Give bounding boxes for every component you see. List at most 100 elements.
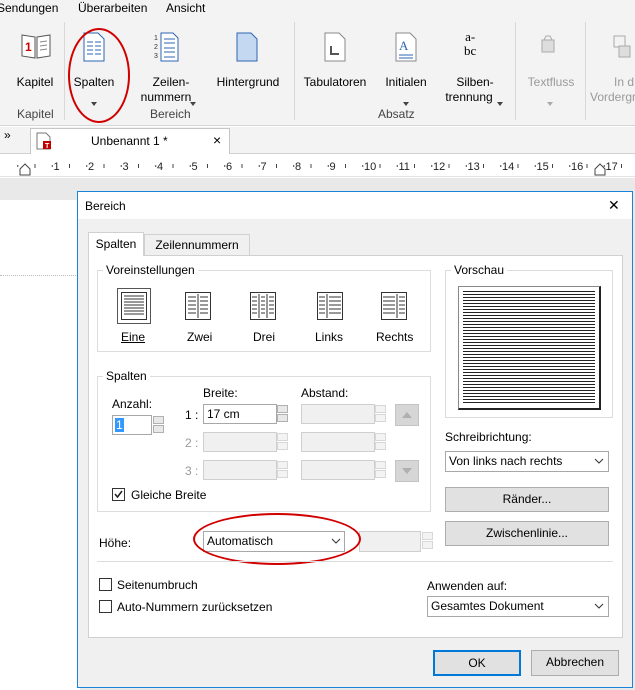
hoehe-value-input[interactable] (359, 531, 421, 552)
ok-button[interactable]: OK (433, 650, 521, 676)
seitenumbruch-checkbox[interactable] (99, 578, 112, 591)
svg-text:1: 1 (154, 35, 158, 42)
initialen-button[interactable]: A Initialen (378, 24, 434, 106)
spin-up-icon[interactable] (277, 433, 288, 441)
abstand-2-input[interactable] (301, 432, 375, 452)
spin-up-icon[interactable] (375, 433, 386, 441)
spin-up-icon[interactable] (375, 405, 386, 413)
right-indent-marker[interactable] (594, 163, 606, 176)
close-icon[interactable]: ✕ (608, 197, 620, 214)
abstand-1-spinner[interactable] (374, 404, 387, 424)
zwischenlinie-label: Zwischenlinie... (485, 526, 569, 540)
anzahl-input[interactable]: 1 (112, 415, 152, 435)
breite-1-spinner[interactable] (276, 404, 289, 424)
document-page[interactable] (0, 200, 80, 690)
overflow-chevron-icon[interactable]: » (4, 128, 11, 142)
textfluss-button[interactable]: Textfluss (522, 24, 580, 106)
hoehe-label: Höhe: (99, 536, 132, 550)
zeilennummern-label-2: nummern (140, 90, 192, 104)
silbentrennung-label-1: Silben- (456, 75, 494, 89)
tab-zeilennummern-label: Zeilennummern (155, 238, 239, 252)
bring-forward-icon (613, 35, 631, 58)
spin-down-icon[interactable] (277, 470, 288, 478)
spin-up-icon[interactable] (422, 532, 433, 540)
auto-nummern-checkbox[interactable] (99, 600, 112, 613)
hintergrund-label: Hintergrund (216, 75, 280, 89)
breite-3-input[interactable] (203, 460, 277, 480)
abstand-3-input[interactable] (301, 460, 375, 480)
ruler-number: 6 (226, 161, 232, 173)
document-tab[interactable]: T Unbenannt 1 * × (30, 128, 230, 154)
abstand-3-spinner[interactable] (374, 460, 387, 480)
hintergrund-button[interactable]: Hintergrund (210, 24, 286, 104)
menu-sendungen[interactable]: Sendungen (0, 1, 58, 15)
scroll-left-button[interactable] (395, 404, 419, 426)
zeilennummern-button[interactable]: 1 2 3 Zeilen- nummern (140, 24, 202, 106)
ruler-number: 8 (295, 161, 301, 173)
vordergrund-button[interactable]: In d Vordergr (590, 24, 635, 104)
chevron-down-icon (594, 458, 604, 464)
horizontal-ruler[interactable]: 123456789101112131415161718 (0, 155, 635, 177)
ruler-number: 14 (502, 161, 514, 173)
breite-2-spinner[interactable] (276, 432, 289, 452)
spin-up-icon[interactable] (153, 416, 164, 424)
abbrechen-button[interactable]: Abbrechen (531, 650, 619, 676)
breite-3-spinner[interactable] (276, 460, 289, 480)
ruler-number: 7 (261, 161, 267, 173)
preset-links[interactable]: Links (311, 288, 349, 346)
spin-down-icon[interactable] (153, 425, 164, 433)
tabulatoren-button[interactable]: Tabulatoren (298, 24, 372, 104)
schreibrichtung-select[interactable]: Von links nach rechts (445, 451, 609, 472)
hoehe-spinner[interactable] (421, 531, 434, 551)
anzahl-spinner[interactable] (152, 415, 165, 435)
one-column-icon (121, 292, 147, 320)
spin-up-icon[interactable] (375, 461, 386, 469)
spin-up-icon[interactable] (277, 405, 288, 413)
silbentrennung-button[interactable]: a-bc Silben- trennung (440, 24, 510, 106)
chevron-down-icon (190, 95, 196, 109)
ruler-number: 13 (468, 161, 480, 173)
ruler-number: 3 (123, 161, 129, 173)
raender-button[interactable]: Ränder... (445, 487, 609, 512)
spin-down-icon[interactable] (422, 541, 433, 549)
tab-zeilennummern[interactable]: Zeilennummern (144, 234, 250, 255)
spin-down-icon[interactable] (375, 442, 386, 450)
spin-down-icon[interactable] (277, 442, 288, 450)
arrow-up-icon (402, 412, 412, 418)
tab-stop-icon (324, 32, 346, 62)
abstand-1-input[interactable] (301, 404, 375, 424)
auto-nummern-label: Auto-Nummern zurücksetzen (117, 600, 273, 614)
zwischenlinie-button[interactable]: Zwischenlinie... (445, 521, 609, 546)
ruler-number: 2 (88, 161, 94, 173)
text-flow-icon (541, 35, 555, 53)
preset-drei[interactable]: Drei (244, 288, 282, 346)
menu-ansicht[interactable]: Ansicht (166, 1, 205, 15)
check-icon (114, 490, 123, 499)
anwenden-select[interactable]: Gesamtes Dokument (427, 596, 609, 617)
ruler-number: 11 (399, 161, 410, 173)
breite-1-input[interactable]: 17 cm (203, 404, 277, 424)
tab-spalten[interactable]: Spalten (88, 232, 144, 256)
three-columns-icon (250, 292, 276, 320)
preset-rechts[interactable]: Rechts (373, 288, 415, 346)
ribbon-separator (515, 22, 516, 120)
breite-2-input[interactable] (203, 432, 277, 452)
abstand-2-spinner[interactable] (374, 432, 387, 452)
preset-zwei[interactable]: Zwei (179, 288, 217, 346)
spin-down-icon[interactable] (375, 414, 386, 422)
zeilennummern-label-1: Zeilen- (152, 75, 190, 89)
close-tab-icon[interactable]: × (213, 132, 221, 148)
group-kapitel: Kapitel (17, 107, 54, 121)
left-indent-marker[interactable] (19, 163, 31, 176)
ruler-number: 5 (192, 161, 198, 173)
chevron-down-icon (547, 95, 553, 109)
gleiche-breite-checkbox[interactable] (112, 488, 125, 501)
spin-down-icon[interactable] (375, 470, 386, 478)
svg-text:2: 2 (154, 44, 158, 51)
menu-ueberarbeiten[interactable]: Überarbeiten (78, 1, 147, 15)
spin-down-icon[interactable] (277, 414, 288, 422)
spin-up-icon[interactable] (277, 461, 288, 469)
scroll-right-button[interactable] (395, 460, 419, 482)
kapitel-button[interactable]: 1 Kapitel (6, 24, 68, 104)
preset-eine[interactable]: Eine (115, 288, 153, 346)
